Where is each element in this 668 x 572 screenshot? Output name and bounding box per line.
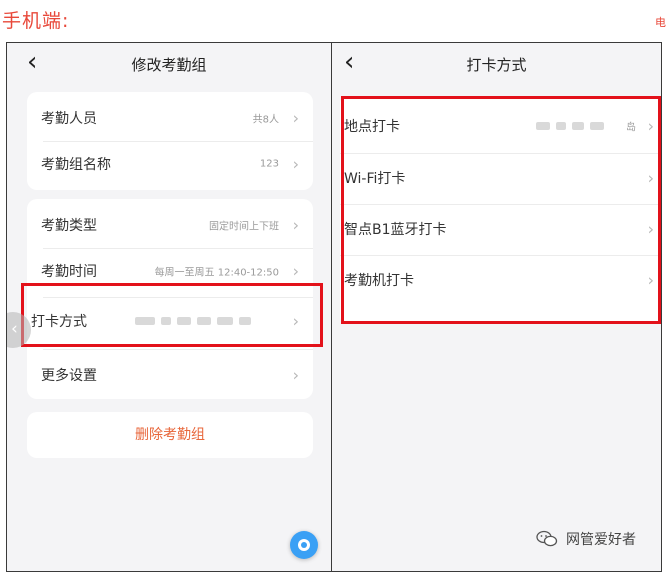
page-title: 打卡方式 <box>466 56 527 74</box>
top-bar: ‹ 打卡方式 <box>332 43 661 83</box>
watermark: 网管爱好者 <box>536 529 636 549</box>
row-group-name[interactable]: 考勤组名称 123 › <box>27 138 313 190</box>
left-phone-screen: ‹ 修改考勤组 考勤人员 共8人 › 考勤组名称 123 › 考勤类型 固定时间… <box>6 42 332 572</box>
delete-group-button[interactable]: 删除考勤组 <box>27 412 313 458</box>
watermark-text: 网管爱好者 <box>566 532 636 548</box>
row-label: 更多设置 <box>41 368 97 384</box>
assistant-icon <box>298 539 310 551</box>
right-phone-screen: ‹ 打卡方式 地点打卡 岛 › Wi-Fi打卡 › 智点B1蓝牙打卡 › 考勤机… <box>331 42 662 572</box>
row-label: 考勤时间 <box>41 264 97 280</box>
chevron-right-icon: › <box>292 108 299 128</box>
members-card: 考勤人员 共8人 › 考勤组名称 123 › <box>27 92 313 190</box>
row-attendance-type[interactable]: 考勤类型 固定时间上下班 › <box>27 199 313 251</box>
row-value: 123 <box>259 158 279 170</box>
floating-assistant-button[interactable] <box>290 531 318 559</box>
row-label: 考勤类型 <box>41 218 97 234</box>
caption-right-fragment: 电 <box>655 16 666 29</box>
highlight-box-punch-methods <box>341 96 661 324</box>
chevron-right-icon: › <box>292 261 299 281</box>
caption: 手机端: <box>2 10 70 32</box>
row-attendance-members[interactable]: 考勤人员 共8人 › <box>27 92 313 144</box>
row-more-settings[interactable]: 更多设置 › <box>27 349 313 401</box>
row-value: 共8人 <box>252 114 279 126</box>
wechat-icon <box>536 530 558 547</box>
row-label: 考勤组名称 <box>41 157 111 173</box>
top-bar: ‹ 修改考勤组 <box>7 43 331 83</box>
page-title: 修改考勤组 <box>131 56 207 74</box>
row-value: 每周一至周五 12:40-12:50 <box>154 267 279 279</box>
highlight-box-punch-method <box>21 283 323 347</box>
row-label: 考勤人员 <box>41 111 97 127</box>
chevron-right-icon: › <box>292 215 299 235</box>
row-value: 固定时间上下班 <box>209 221 279 233</box>
chevron-left-icon: ‹ <box>11 319 18 339</box>
chevron-right-icon: › <box>292 365 299 385</box>
chevron-right-icon: › <box>292 154 299 174</box>
